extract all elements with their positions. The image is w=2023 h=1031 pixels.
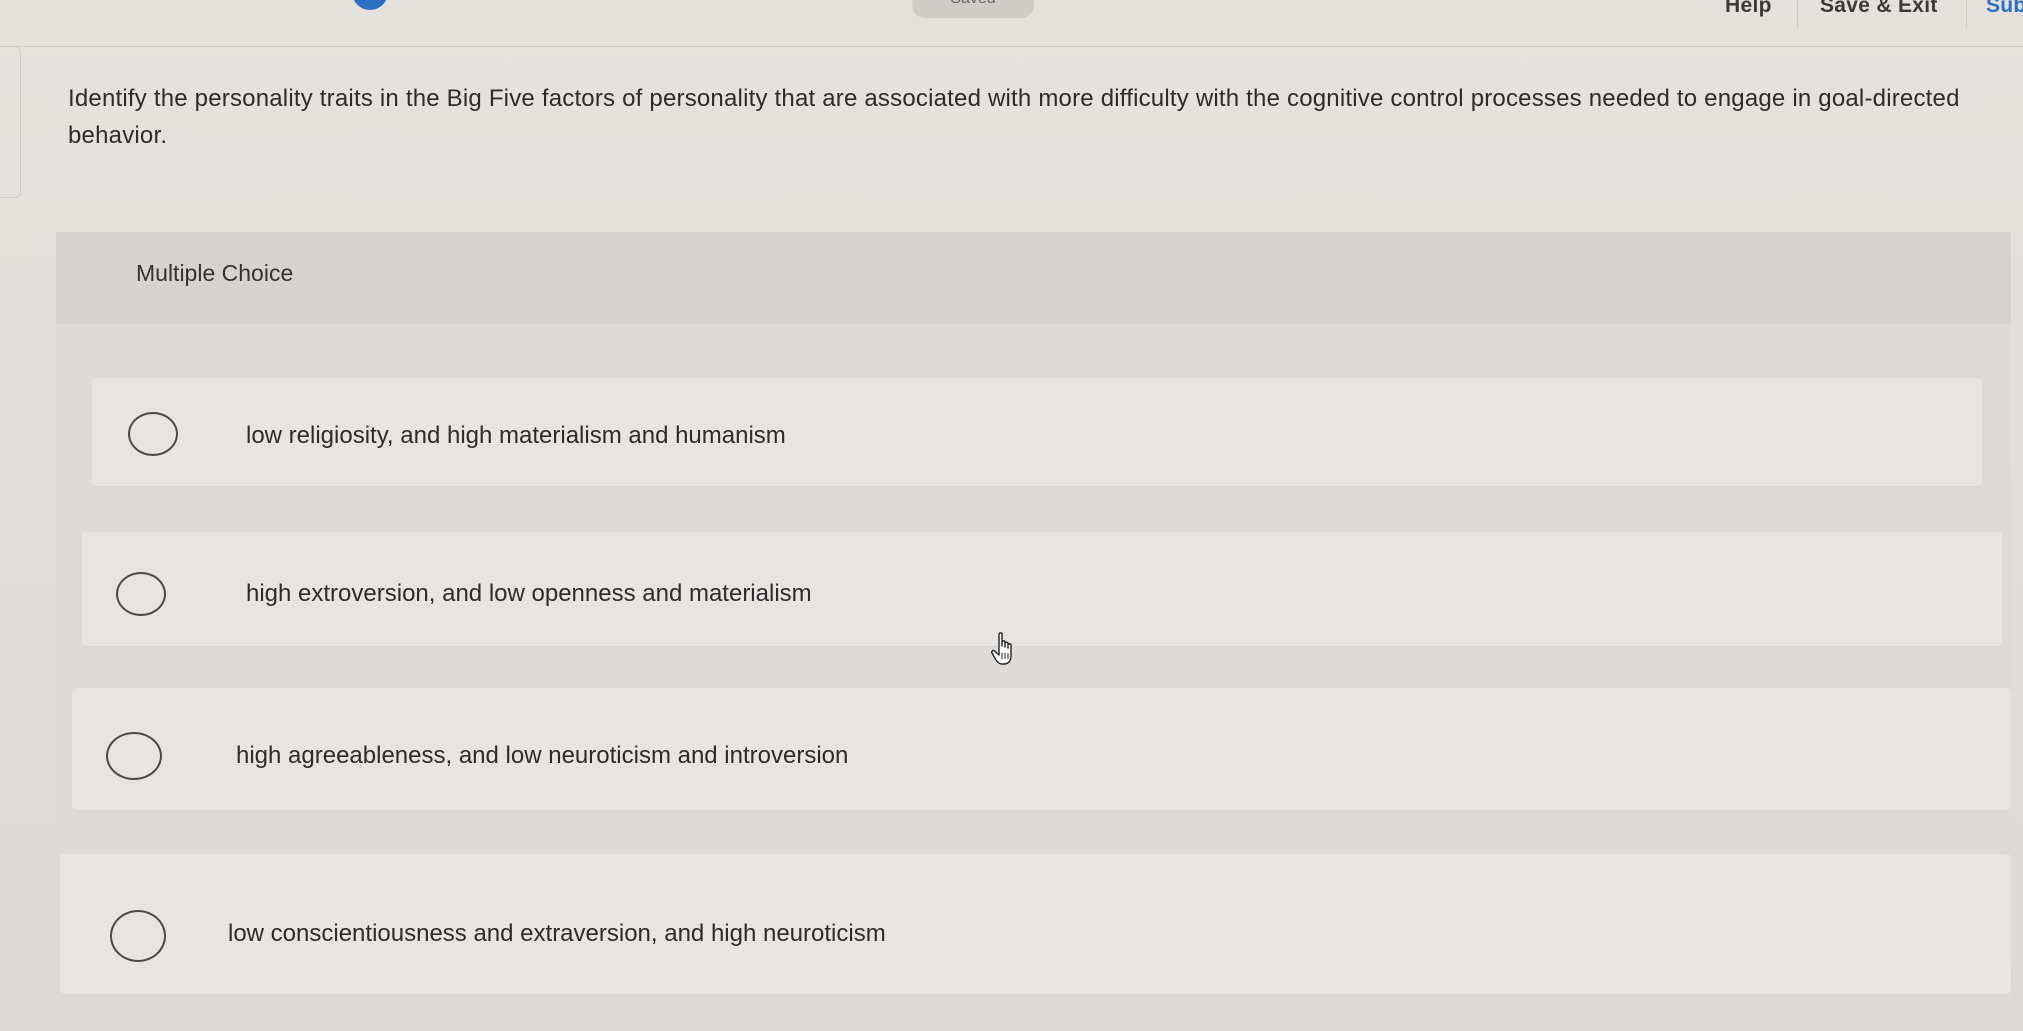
answer-option-label: low religiosity, and high materialism an… bbox=[246, 422, 786, 449]
help-link[interactable]: Help bbox=[1725, 0, 1772, 18]
submit-button[interactable]: Submit bbox=[1986, 0, 2023, 18]
radio-circle-icon[interactable] bbox=[128, 412, 178, 456]
saved-status-badge: Saved bbox=[912, 0, 1034, 18]
answer-option[interactable]: low religiosity, and high materialism an… bbox=[92, 378, 1982, 486]
side-panel-edge bbox=[0, 46, 21, 198]
question-type-label: Multiple Choice bbox=[136, 260, 294, 286]
multiple-choice-header: Multiple Choice bbox=[56, 232, 2011, 324]
radio-circle-icon[interactable] bbox=[106, 732, 162, 780]
hand-pointer-icon bbox=[991, 632, 1012, 665]
radio-circle-icon[interactable] bbox=[110, 910, 166, 962]
save-exit-link[interactable]: Save & Exit bbox=[1820, 0, 1938, 18]
answer-option[interactable]: high agreeableness, and low neuroticism … bbox=[72, 688, 2011, 810]
answer-option-label: high extroversion, and low openness and … bbox=[246, 580, 812, 607]
answer-option-label: high agreeableness, and low neuroticism … bbox=[236, 742, 849, 769]
answer-option[interactable]: low conscientiousness and extraversion, … bbox=[60, 854, 2011, 994]
divider bbox=[1966, 0, 1967, 28]
multiple-choice-panel: Multiple Choice low religiosity, and hig… bbox=[56, 232, 2011, 1031]
answer-option-label: low conscientiousness and extraversion, … bbox=[228, 920, 886, 947]
answer-option[interactable]: high extroversion, and low openness and … bbox=[82, 532, 2002, 646]
top-bar: Saved Help Save & Exit Submit bbox=[0, 0, 2023, 47]
divider bbox=[1797, 0, 1798, 28]
question-prompt: Identify the personality traits in the B… bbox=[68, 85, 1960, 149]
progress-indicator bbox=[352, 0, 388, 10]
radio-circle-icon[interactable] bbox=[116, 572, 166, 616]
